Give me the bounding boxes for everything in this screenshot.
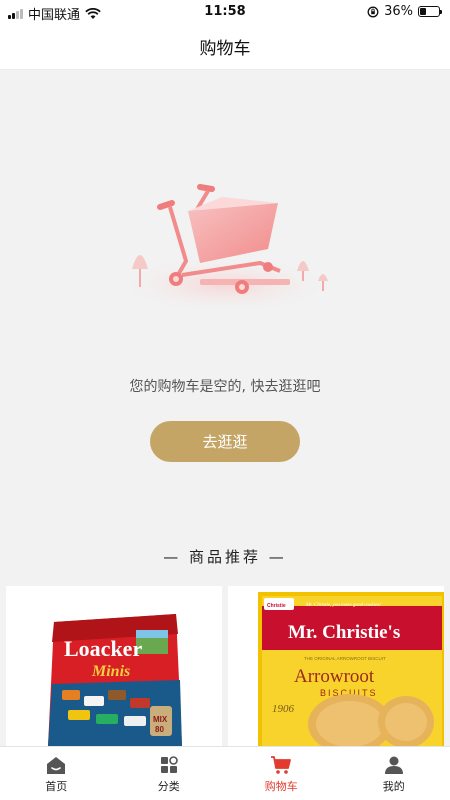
christie-tagline: Mr. Christie, you make good cookies! [305, 603, 381, 608]
home-icon [47, 756, 66, 774]
tab-home[interactable]: 首页 [0, 747, 113, 800]
user-icon [384, 756, 403, 774]
battery-icon [418, 6, 442, 17]
loacker-brand-text: Loacker [64, 636, 142, 661]
christie-year: 1906 [272, 703, 295, 715]
christie-original-text: THE ORIGINAL ARROWROOT BISCUIT [304, 656, 386, 661]
product-image-loacker: Loacker Minis MIX 80 [48, 614, 182, 746]
tab-bar: 首页 分类 购物车 我的 [0, 746, 450, 800]
recommend-title: — 商品推荐 — [163, 548, 287, 566]
empty-cart-message: 您的购物车是空的, 快去逛逛吧 [129, 379, 321, 395]
cart-icon [271, 755, 292, 774]
orientation-lock-icon [367, 6, 379, 17]
tab-home-label: 首页 [45, 779, 68, 793]
go-shopping-button[interactable]: 去逛逛 [150, 421, 300, 462]
christie-brand-text: Mr. Christie's [288, 622, 400, 643]
recommend-products: Loacker Minis MIX 80 Christie Mr. Christ… [0, 586, 450, 746]
nav-bar: 购物车 [0, 24, 450, 70]
tab-category[interactable]: 分类 [113, 747, 226, 800]
loacker-count: 80 [155, 725, 164, 734]
loacker-minis-text: Minis [91, 663, 130, 680]
tab-mine[interactable]: 我的 [338, 747, 450, 800]
category-icon [160, 755, 178, 773]
christie-product-name: Arrowroot [294, 666, 375, 687]
tab-mine-label: 我的 [382, 779, 405, 793]
christie-brand-tag: Christie [267, 603, 286, 609]
shopping-cart-icon [113, 184, 337, 315]
product-card-christie[interactable]: Christie Mr. Christie, you make good coo… [228, 586, 444, 746]
status-right: 36% [367, 4, 442, 19]
tab-category-label: 分类 [157, 779, 180, 793]
tab-cart[interactable]: 购物车 [225, 747, 338, 800]
tab-cart-label: 购物车 [264, 779, 298, 793]
loacker-mix-badge: MIX [153, 715, 168, 724]
page-title: 购物车 [199, 39, 251, 59]
status-bar: 中国联通 11:58 36% [0, 0, 450, 24]
product-image-christie: Christie Mr. Christie, you make good coo… [258, 592, 444, 746]
empty-cart-area: 您的购物车是空的, 快去逛逛吧 去逛逛 [0, 70, 450, 530]
battery-percent: 36% [384, 4, 413, 19]
product-card-loacker[interactable]: Loacker Minis MIX 80 [6, 586, 222, 746]
